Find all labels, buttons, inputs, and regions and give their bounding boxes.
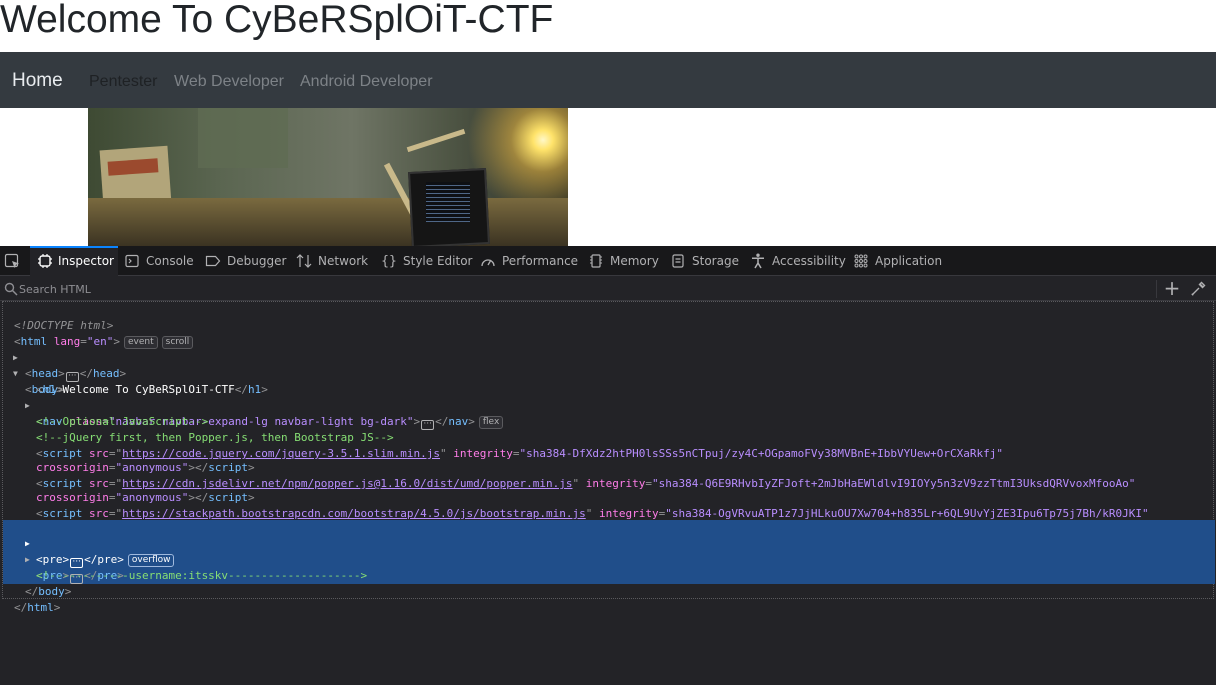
navbar-brand-home[interactable]: Home	[12, 69, 63, 93]
braces-icon: {}	[381, 253, 397, 269]
navbar: Home Pentester Web Developer Android Dev…	[0, 52, 1216, 108]
tab-inspector[interactable]: Inspector	[30, 246, 118, 276]
console-icon	[124, 253, 140, 269]
tab-memory[interactable]: Memory	[588, 246, 659, 276]
tab-label: Debugger	[227, 254, 287, 268]
element-picker-icon[interactable]	[4, 253, 20, 269]
nav-link-android-developer[interactable]: Android Developer	[300, 72, 433, 92]
tab-storage[interactable]: Storage	[670, 246, 739, 276]
tab-label: Accessibility	[772, 254, 846, 268]
tab-application[interactable]: Application	[853, 246, 942, 276]
search-html-input[interactable]	[19, 279, 1149, 299]
tab-network[interactable]: Network	[296, 246, 368, 276]
tab-performance[interactable]: Performance	[480, 246, 578, 276]
tab-label: Storage	[692, 254, 739, 268]
devtools-toolbar: Inspector Console Debugger Network {} St…	[0, 246, 1216, 276]
devtools-panel: Inspector Console Debugger Network {} St…	[0, 246, 1216, 685]
storage-icon	[670, 253, 686, 269]
tab-console[interactable]: Console	[124, 246, 194, 276]
page-heading: Welcome To CyBeRSplOiT-CTF	[0, 0, 554, 41]
tab-debugger[interactable]: Debugger	[205, 246, 286, 276]
accessibility-person-icon	[750, 253, 766, 269]
html-search-bar: +	[0, 277, 1216, 301]
divider	[1156, 280, 1157, 298]
tab-label: Performance	[502, 254, 579, 268]
webpage-viewport: Welcome To CyBeRSplOiT-CTF Home Penteste…	[0, 0, 1216, 246]
network-icon	[296, 253, 312, 269]
tab-label: Network	[318, 254, 369, 268]
markup-line-html-close[interactable]: </html>	[3, 584, 1215, 632]
tab-style-editor[interactable]: {} Style Editor	[381, 246, 472, 276]
grid-apps-icon	[853, 253, 869, 269]
nav-link-pentester[interactable]: Pentester	[89, 72, 157, 92]
add-node-plus-icon[interactable]: +	[1162, 277, 1182, 299]
inspector-icon	[38, 253, 52, 269]
gauge-icon	[480, 253, 496, 269]
tab-label: Memory	[610, 254, 659, 268]
tab-label: Style Editor	[403, 254, 473, 268]
memory-chip-icon	[588, 253, 604, 269]
desk-photo-image	[88, 108, 568, 246]
eyedropper-icon[interactable]	[1190, 281, 1206, 297]
tab-label: Application	[875, 254, 943, 268]
tab-label: Console	[146, 254, 194, 268]
debugger-icon	[205, 253, 221, 269]
markup-view: <!DOCTYPE html> <html lang="en"> event scr…	[2, 301, 1215, 614]
nav-link-web-developer[interactable]: Web Developer	[174, 72, 284, 92]
search-icon	[4, 282, 18, 296]
tab-label: Inspector	[58, 254, 114, 268]
tab-accessibility[interactable]: Accessibility	[750, 246, 846, 276]
